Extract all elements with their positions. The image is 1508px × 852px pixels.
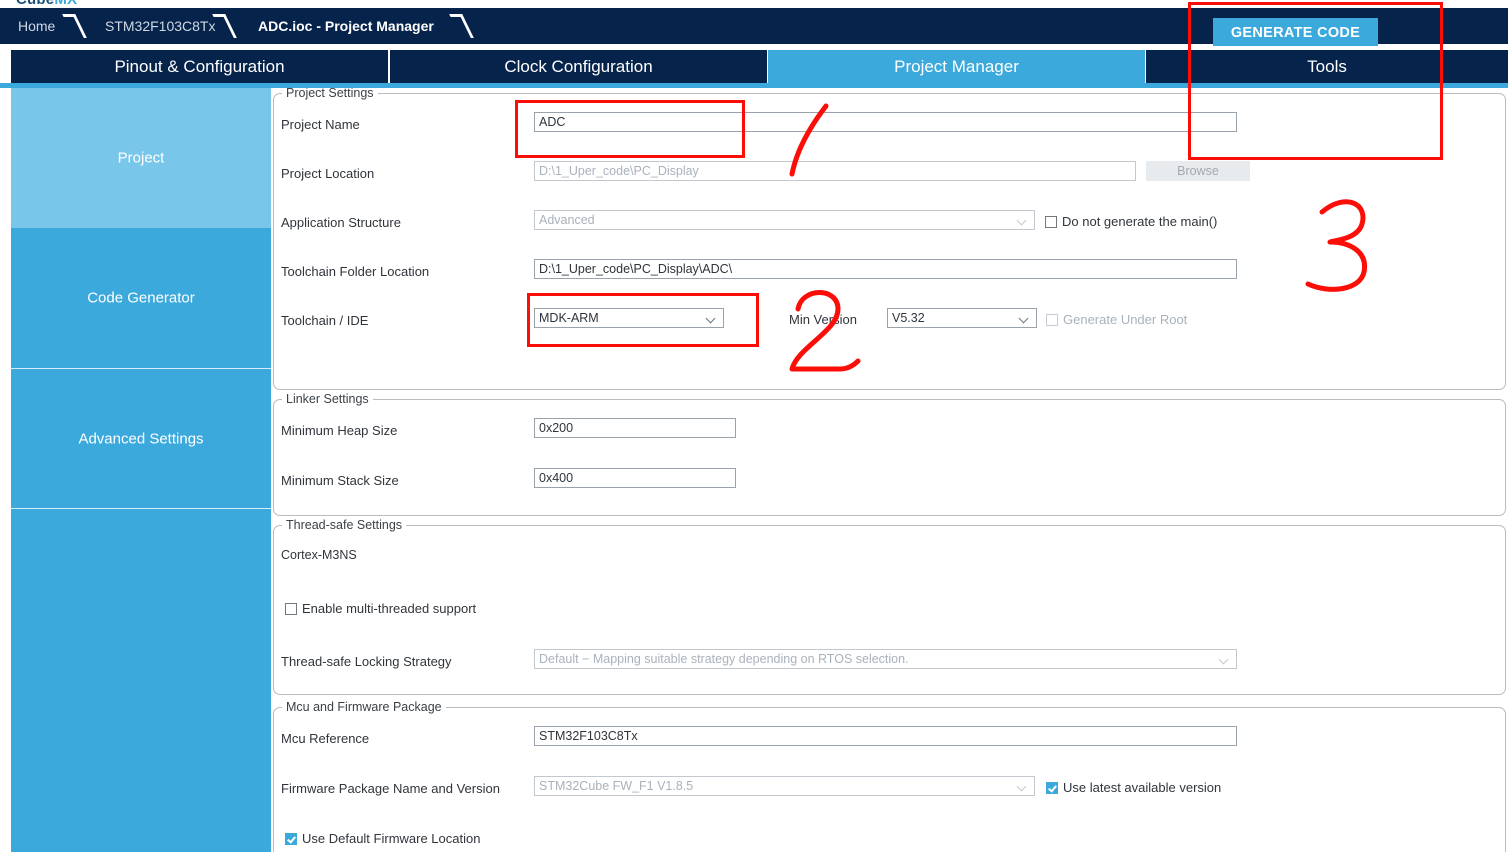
tab-clock-configuration[interactable]: Clock Configuration (390, 50, 767, 83)
project-location-input[interactable]: D:\1_Uper_code\PC_Display (534, 161, 1136, 181)
generate-under-root-checkbox[interactable]: Generate Under Root (1046, 312, 1187, 327)
sidebar-item-label: Project (117, 149, 165, 167)
sidebar-item-label: Code Generator (87, 289, 195, 307)
checkbox-box-icon (1045, 216, 1057, 228)
chevron-down-icon (1018, 783, 1027, 789)
firmware-package-label: Firmware Package Name and Version (281, 781, 500, 796)
minimum-heap-size-label: Minimum Heap Size (281, 423, 398, 438)
tab-pinout-configuration[interactable]: Pinout & Configuration (11, 50, 388, 83)
application-structure-label: Application Structure (281, 215, 401, 230)
breadcrumb: Home STM32F103C8Tx ADC.ioc - Project Man… (0, 8, 1508, 46)
minimum-heap-size-input[interactable]: 0x200 (534, 418, 736, 438)
breadcrumb-chevron-icon (449, 14, 474, 38)
cubemx-logo: CubeMX (16, 0, 77, 8)
logo-strip: CubeMX (0, 0, 1508, 8)
thread-safe-locking-strategy-value: Default − Mapping suitable strategy depe… (539, 652, 909, 666)
enable-multithreaded-support-checkbox[interactable]: Enable multi-threaded support (285, 601, 476, 616)
checkbox-box-icon (285, 603, 297, 615)
project-manager-sidebar: Project Code Generator Advanced Settings (11, 88, 271, 852)
min-version-value: V5.32 (892, 311, 925, 325)
min-version-label: Min Version (789, 312, 857, 327)
use-default-firmware-location-label: Use Default Firmware Location (302, 831, 481, 846)
minimum-stack-size-input[interactable]: 0x400 (534, 468, 736, 488)
tab-tools[interactable]: Tools (1146, 50, 1508, 83)
project-name-input[interactable]: ADC (534, 112, 1237, 132)
use-default-firmware-location-checkbox[interactable]: Use Default Firmware Location (285, 831, 480, 846)
sidebar-item-advanced-settings[interactable]: Advanced Settings (11, 368, 271, 508)
browse-button[interactable]: Browse (1146, 161, 1250, 181)
application-structure-select[interactable]: Advanced (534, 210, 1035, 230)
checkbox-box-icon (285, 833, 297, 845)
do-not-generate-main-label: Do not generate the main() (1062, 214, 1218, 229)
thread-safe-locking-strategy-label: Thread-safe Locking Strategy (281, 654, 452, 669)
breadcrumb-item-mcu[interactable]: STM32F103C8Tx (105, 8, 215, 44)
project-location-label: Project Location (281, 166, 375, 181)
toolchain-ide-value: MDK-ARM (539, 311, 599, 325)
chevron-down-icon (1220, 656, 1229, 662)
sidebar-item-project[interactable]: Project (11, 88, 271, 228)
chevron-down-icon (1020, 315, 1029, 321)
sidebar-item-empty[interactable] (11, 508, 271, 852)
linker-settings-group: Linker Settings (273, 392, 1506, 516)
thread-safe-locking-strategy-select[interactable]: Default − Mapping suitable strategy depe… (534, 649, 1237, 669)
breadcrumb-chevron-icon (62, 14, 87, 38)
thread-safe-settings-title: Thread-safe Settings (282, 518, 407, 532)
generate-code-button[interactable]: GENERATE CODE (1213, 18, 1378, 46)
generate-under-root-label: Generate Under Root (1063, 312, 1188, 327)
min-version-select[interactable]: V5.32 (887, 308, 1037, 328)
linker-settings-title: Linker Settings (282, 392, 373, 406)
cortex-core-label: Cortex-M3NS (281, 548, 357, 562)
toolchain-folder-location-label: Toolchain Folder Location (281, 264, 430, 279)
mcu-reference-input[interactable]: STM32F103C8Tx (534, 726, 1237, 746)
use-latest-version-label: Use latest available version (1063, 780, 1222, 795)
mcu-firmware-package-title: Mcu and Firmware Package (282, 700, 446, 714)
project-settings-title: Project Settings (282, 88, 378, 100)
logo-cube-text: Cube (16, 0, 54, 8)
minimum-stack-size-label: Minimum Stack Size (281, 473, 399, 488)
logo-mx-text: MX (54, 0, 77, 8)
chevron-down-icon (707, 315, 716, 321)
project-settings-group: Project Settings (273, 88, 1506, 390)
firmware-package-value: STM32Cube FW_F1 V1.8.5 (539, 779, 694, 793)
checkbox-box-icon (1046, 782, 1058, 794)
toolchain-folder-location-input[interactable]: D:\1_Uper_code\PC_Display\ADC\ (534, 259, 1237, 279)
toolchain-ide-label: Toolchain / IDE (281, 313, 369, 328)
firmware-package-select[interactable]: STM32Cube FW_F1 V1.8.5 (534, 776, 1035, 796)
mcu-reference-label: Mcu Reference (281, 731, 370, 746)
toolchain-ide-select[interactable]: MDK-ARM (534, 308, 724, 328)
breadcrumb-item-current[interactable]: ADC.ioc - Project Manager (258, 8, 434, 44)
application-structure-value: Advanced (539, 213, 595, 227)
checkbox-box-icon (1046, 314, 1058, 326)
breadcrumb-chevron-icon (212, 14, 237, 38)
main-tab-bar: Pinout & Configuration Clock Configurati… (0, 50, 1508, 83)
sidebar-item-code-generator[interactable]: Code Generator (11, 228, 271, 368)
use-latest-version-checkbox[interactable]: Use latest available version (1046, 780, 1221, 795)
tab-project-manager[interactable]: Project Manager (768, 50, 1145, 83)
chevron-down-icon (1018, 217, 1027, 223)
project-name-label: Project Name (281, 117, 360, 132)
sidebar-item-label: Advanced Settings (78, 430, 204, 447)
enable-multithreaded-support-label: Enable multi-threaded support (302, 601, 477, 616)
project-manager-content: Project Settings Project Name ADC Projec… (271, 88, 1508, 852)
do-not-generate-main-checkbox[interactable]: Do not generate the main() (1045, 214, 1217, 229)
breadcrumb-item-home[interactable]: Home (18, 8, 55, 44)
